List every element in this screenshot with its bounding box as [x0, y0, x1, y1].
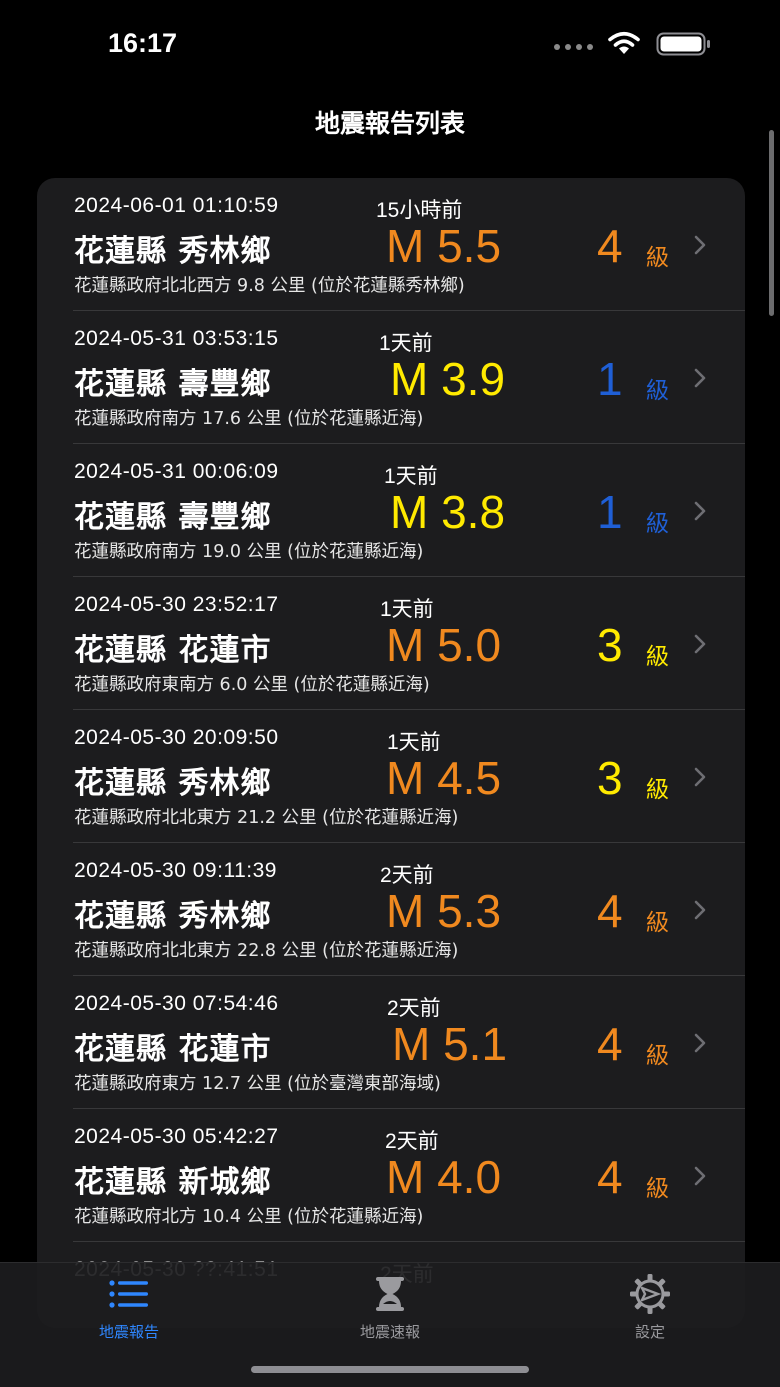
report-intensity-unit: 級 [646, 644, 669, 670]
report-location: 花蓮縣 秀林鄉 [74, 899, 272, 934]
report-intensity-unit: 級 [646, 910, 669, 936]
report-magnitude: M 4.5 [386, 752, 502, 804]
scrollbar[interactable] [769, 130, 774, 316]
report-datetime: 2024-05-30 20:09:50 [74, 726, 279, 749]
report-intensity: 4 [597, 220, 623, 272]
report-detail: 花蓮縣政府北北東方 22.8 公里 (位於花蓮縣近海) [74, 941, 459, 961]
report-magnitude: M 3.9 [390, 353, 506, 405]
report-location: 花蓮縣 秀林鄉 [74, 766, 272, 801]
battery-icon [656, 32, 710, 56]
report-magnitude: M 5.3 [386, 885, 502, 937]
report-magnitude: M 3.8 [390, 486, 506, 538]
tab-label: 地震報告 [98, 1323, 159, 1341]
report-datetime: 2024-05-30 05:42:27 [74, 1125, 279, 1148]
report-row[interactable]: 2024-05-31 03:53:15 1天前 花蓮縣 壽豐鄉 M 3.9 1 … [37, 311, 745, 444]
report-intensity: 3 [597, 619, 623, 671]
chevron-right-icon [694, 900, 706, 920]
report-intensity-unit: 級 [646, 1176, 669, 1202]
report-row[interactable]: 2024-05-31 00:06:09 1天前 花蓮縣 壽豐鄉 M 3.8 1 … [37, 444, 745, 577]
report-row[interactable]: 2024-06-01 01:10:59 15小時前 花蓮縣 秀林鄉 M 5.5 … [37, 178, 745, 311]
report-location: 花蓮縣 花蓮市 [74, 633, 272, 668]
report-intensity-unit: 級 [646, 378, 669, 404]
chevron-right-icon [694, 235, 706, 255]
report-magnitude: M 4.0 [386, 1151, 502, 1203]
report-row[interactable]: 2024-05-30 09:11:39 2天前 花蓮縣 秀林鄉 M 5.3 4 … [37, 843, 745, 976]
report-intensity-unit: 級 [646, 1043, 669, 1069]
tab-label: 設定 [634, 1323, 665, 1341]
report-datetime: 2024-05-30 07:54:46 [74, 992, 279, 1015]
report-intensity-unit: 級 [646, 245, 669, 271]
report-location: 花蓮縣 壽豐鄉 [74, 500, 272, 535]
report-datetime: 2024-05-30 09:11:39 [74, 859, 277, 882]
report-detail: 花蓮縣政府東南方 6.0 公里 (位於花蓮縣近海) [74, 675, 430, 695]
report-intensity: 1 [597, 486, 623, 538]
chevron-right-icon [694, 767, 706, 787]
report-intensity: 4 [597, 885, 623, 937]
chevron-right-icon [694, 1033, 706, 1053]
tab-earthquake-report[interactable]: 地震報告 [49, 1271, 209, 1342]
chevron-right-icon [694, 501, 706, 521]
report-row[interactable]: 2024-05-30 07:54:46 2天前 花蓮縣 花蓮市 M 5.1 4 … [37, 976, 745, 1109]
report-datetime: 2024-05-30 23:52:17 [74, 593, 279, 616]
status-time: 16:17 [108, 28, 178, 58]
list-icon [109, 1280, 148, 1308]
app-screen: 16:17 地震報告列表 2024-06-01 01:10:59 15小時前 花… [0, 0, 780, 1387]
home-indicator[interactable] [251, 1366, 529, 1373]
tab-label: 地震速報 [359, 1323, 420, 1341]
report-location: 花蓮縣 花蓮市 [74, 1032, 272, 1067]
report-detail: 花蓮縣政府北方 10.4 公里 (位於花蓮縣近海) [74, 1207, 424, 1227]
page-title: 地震報告列表 [314, 110, 465, 138]
report-intensity: 3 [597, 752, 623, 804]
report-intensity: 1 [597, 353, 623, 405]
earthquake-report-list: 2024-06-01 01:10:59 15小時前 花蓮縣 秀林鄉 M 5.5 … [37, 178, 745, 1328]
report-detail: 花蓮縣政府南方 17.6 公里 (位於花蓮縣近海) [74, 409, 424, 429]
report-row[interactable]: 2024-05-30 05:42:27 2天前 花蓮縣 新城鄉 M 4.0 4 … [37, 1109, 745, 1242]
tab-earthquake-alert[interactable]: 地震速報 [310, 1271, 470, 1342]
report-magnitude: M 5.1 [392, 1018, 508, 1070]
report-datetime: 2024-05-31 03:53:15 [74, 327, 279, 350]
report-location: 花蓮縣 壽豐鄉 [74, 367, 272, 402]
report-intensity: 4 [597, 1151, 623, 1203]
report-intensity-unit: 級 [646, 777, 669, 803]
hourglass-icon [376, 1277, 404, 1311]
chevron-right-icon [694, 634, 706, 654]
tab-settings[interactable]: 設定 [570, 1271, 730, 1342]
gear-icon [630, 1274, 670, 1314]
report-row[interactable]: 2024-05-30 20:09:50 1天前 花蓮縣 秀林鄉 M 4.5 3 … [37, 710, 745, 843]
report-row[interactable]: 2024-05-30 23:52:17 1天前 花蓮縣 花蓮市 M 5.0 3 … [37, 577, 745, 710]
cellular-signal-icon [554, 44, 593, 50]
report-magnitude: M 5.5 [386, 220, 502, 272]
report-detail: 花蓮縣政府南方 19.0 公里 (位於花蓮縣近海) [74, 542, 424, 562]
report-magnitude: M 5.0 [386, 619, 502, 671]
report-datetime: 2024-06-01 01:10:59 [74, 194, 279, 217]
report-datetime: 2024-05-31 00:06:09 [74, 460, 279, 483]
wifi-icon [608, 31, 640, 54]
status-bar: 16:17 [0, 0, 780, 90]
report-detail: 花蓮縣政府北北西方 9.8 公里 (位於花蓮縣秀林鄉) [74, 276, 465, 296]
report-intensity-unit: 級 [646, 511, 669, 537]
report-detail: 花蓮縣政府東方 12.7 公里 (位於臺灣東部海域) [74, 1074, 441, 1094]
report-intensity: 4 [597, 1018, 623, 1070]
report-location: 花蓮縣 秀林鄉 [74, 234, 272, 269]
report-location: 花蓮縣 新城鄉 [74, 1165, 272, 1200]
chevron-right-icon [694, 1166, 706, 1186]
report-detail: 花蓮縣政府北北東方 21.2 公里 (位於花蓮縣近海) [74, 808, 459, 828]
chevron-right-icon [694, 368, 706, 388]
